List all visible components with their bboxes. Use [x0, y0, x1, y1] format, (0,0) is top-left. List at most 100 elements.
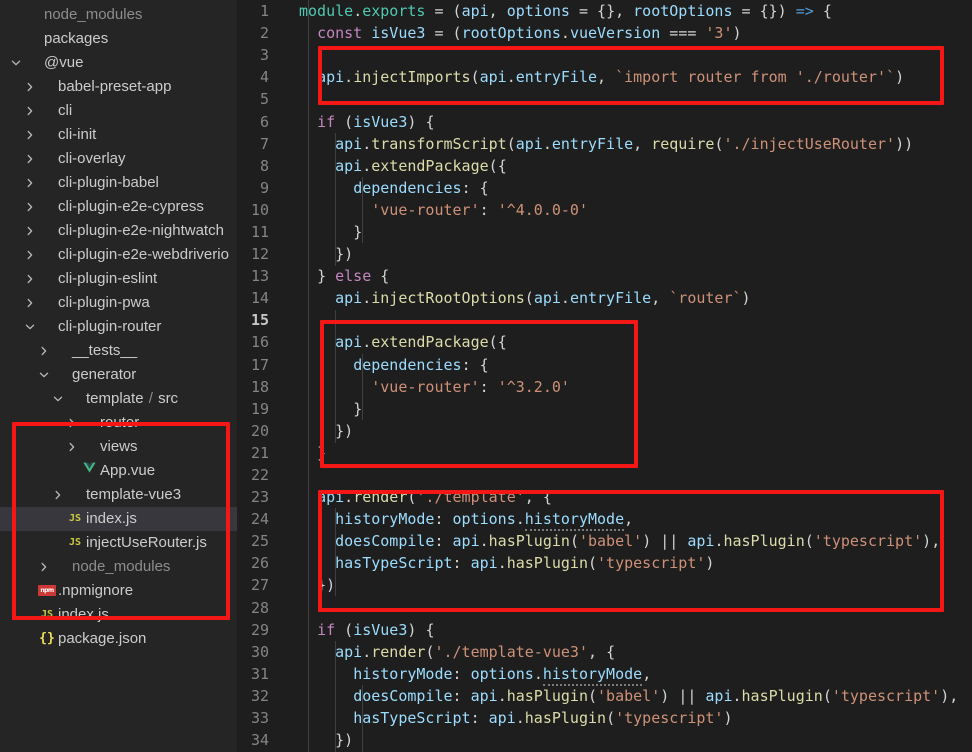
- tree-item-cli-plugin-eslint[interactable]: cli-plugin-eslint: [0, 267, 237, 291]
- code-line[interactable]: 31 historyMode: options.historyMode,: [237, 663, 972, 686]
- tree-item-cli-plugin-router[interactable]: cli-plugin-router: [0, 315, 237, 339]
- tree-item-cli[interactable]: cli: [0, 99, 237, 123]
- code-text[interactable]: [285, 90, 308, 108]
- code-line[interactable]: 18 'vue-router': '^3.2.0': [237, 376, 972, 398]
- code-text[interactable]: api.render('./template', {: [285, 488, 552, 506]
- code-text[interactable]: if (isVue3) {: [285, 113, 434, 131]
- code-line[interactable]: 23 api.render('./template', {: [237, 486, 972, 508]
- code-text[interactable]: 'vue-router': '^3.2.0': [285, 378, 570, 396]
- code-text[interactable]: 'vue-router': '^4.0.0-0': [285, 201, 588, 219]
- chevron-right-icon[interactable]: [22, 123, 38, 147]
- code-text[interactable]: }): [285, 576, 335, 594]
- code-text[interactable]: }): [285, 731, 353, 749]
- code-text[interactable]: historyMode: options.historyMode,: [285, 510, 633, 532]
- tree-item-index-js[interactable]: JS index.js: [0, 507, 237, 531]
- chevron-right-icon[interactable]: [22, 99, 38, 123]
- chevron-right-icon[interactable]: [64, 411, 80, 435]
- code-text[interactable]: }): [285, 245, 353, 263]
- tree-item-template[interactable]: template / src: [0, 387, 237, 411]
- chevron-right-icon[interactable]: [36, 555, 52, 579]
- code-text[interactable]: [285, 311, 308, 329]
- code-text[interactable]: const isVue3 = (rootOptions.vueVersion =…: [285, 24, 741, 42]
- tree-item-cli-plugin-e2e-nightwatch[interactable]: cli-plugin-e2e-nightwatch: [0, 219, 237, 243]
- tree-item-views[interactable]: views: [0, 435, 237, 459]
- code-line[interactable]: 16 api.extendPackage({: [237, 331, 972, 353]
- code-text[interactable]: doesCompile: api.hasPlugin('babel') || a…: [285, 687, 958, 705]
- code-line[interactable]: 9 dependencies: {: [237, 177, 972, 199]
- code-line[interactable]: 1 module.exports = (api, options = {}, ro…: [237, 0, 972, 22]
- code-line[interactable]: 7 api.transformScript(api.entryFile, req…: [237, 133, 972, 155]
- tree-item-node-modules[interactable]: node_modules: [0, 555, 237, 579]
- code-text[interactable]: api.extendPackage({: [285, 333, 507, 351]
- code-text[interactable]: } else {: [285, 267, 389, 285]
- tree-item-injectuserouter-js[interactable]: JS injectUseRouter.js: [0, 531, 237, 555]
- code-line[interactable]: 8 api.extendPackage({: [237, 155, 972, 177]
- chevron-right-icon[interactable]: [64, 435, 80, 459]
- code-text[interactable]: if (isVue3) {: [285, 621, 434, 639]
- code-text[interactable]: doesCompile: api.hasPlugin('babel') || a…: [285, 532, 940, 550]
- code-text[interactable]: api.extendPackage({: [285, 157, 507, 175]
- code-text[interactable]: }: [285, 444, 326, 462]
- file-tree[interactable]: node_modules packages @vue babel-preset-app…: [0, 0, 237, 651]
- tree-item-packages[interactable]: packages: [0, 27, 237, 51]
- tree-item-npmignore[interactable]: npm .npmignore: [0, 579, 237, 603]
- code-text[interactable]: [285, 466, 308, 484]
- tree-item-node-modules[interactable]: node_modules: [0, 3, 237, 27]
- code-line[interactable]: 34 }): [237, 729, 972, 751]
- code-text[interactable]: api.injectRootOptions(api.entryFile, `ro…: [285, 289, 750, 307]
- code-line[interactable]: 20 }): [237, 420, 972, 442]
- code-line[interactable]: 6 if (isVue3) {: [237, 110, 972, 132]
- tree-item-template-vue3[interactable]: template-vue3: [0, 483, 237, 507]
- tree-item-babel-preset-app[interactable]: babel-preset-app: [0, 75, 237, 99]
- tree-item-cli-plugin-e2e-cypress[interactable]: cli-plugin-e2e-cypress: [0, 195, 237, 219]
- code-text[interactable]: historyMode: options.historyMode,: [285, 664, 651, 686]
- chevron-right-icon[interactable]: [22, 75, 38, 99]
- chevron-right-icon[interactable]: [22, 147, 38, 171]
- code-editor[interactable]: 1 module.exports = (api, options = {}, ro…: [237, 0, 972, 752]
- code-line[interactable]: 33 hasTypeScript: api.hasPlugin('typescr…: [237, 707, 972, 729]
- code-line[interactable]: 28: [237, 597, 972, 619]
- code-line[interactable]: 29 if (isVue3) {: [237, 619, 972, 641]
- code-content[interactable]: 1 module.exports = (api, options = {}, ro…: [237, 0, 972, 751]
- code-line[interactable]: 22: [237, 464, 972, 486]
- code-text[interactable]: hasTypeScript: api.hasPlugin('typescript…: [285, 554, 714, 572]
- code-line[interactable]: 24 historyMode: options.historyMode,: [237, 508, 972, 532]
- code-line[interactable]: 32 doesCompile: api.hasPlugin('babel') |…: [237, 685, 972, 707]
- file-explorer-sidebar[interactable]: node_modules packages @vue babel-preset-app…: [0, 0, 237, 752]
- tree-item-package-json[interactable]: {} package.json: [0, 627, 237, 651]
- code-text[interactable]: dependencies: {: [285, 179, 488, 197]
- code-line[interactable]: 26 hasTypeScript: api.hasPlugin('typescr…: [237, 552, 972, 574]
- tree-item-vue[interactable]: @vue: [0, 51, 237, 75]
- code-text[interactable]: }): [285, 422, 353, 440]
- code-text[interactable]: [285, 599, 308, 617]
- tree-item-app-vue[interactable]: App.vue: [0, 459, 237, 483]
- tree-item-cli-plugin-e2e-webdriverio[interactable]: cli-plugin-e2e-webdriverio: [0, 243, 237, 267]
- chevron-down-icon[interactable]: [36, 363, 52, 387]
- chevron-right-icon[interactable]: [36, 339, 52, 363]
- tree-item-cli-plugin-pwa[interactable]: cli-plugin-pwa: [0, 291, 237, 315]
- chevron-right-icon[interactable]: [22, 291, 38, 315]
- tree-item-cli-plugin-babel[interactable]: cli-plugin-babel: [0, 171, 237, 195]
- chevron-right-icon[interactable]: [22, 219, 38, 243]
- tree-item-generator[interactable]: generator: [0, 363, 237, 387]
- chevron-down-icon[interactable]: [22, 315, 38, 339]
- chevron-right-icon[interactable]: [22, 243, 38, 267]
- code-line[interactable]: 14 api.injectRootOptions(api.entryFile, …: [237, 287, 972, 309]
- tree-item-tests[interactable]: __tests__: [0, 339, 237, 363]
- code-line[interactable]: 13 } else {: [237, 265, 972, 287]
- chevron-right-icon[interactable]: [22, 267, 38, 291]
- code-line[interactable]: 17 dependencies: {: [237, 354, 972, 376]
- code-text[interactable]: api.render('./template-vue3', {: [285, 643, 615, 661]
- chevron-right-icon[interactable]: [22, 195, 38, 219]
- code-text[interactable]: api.injectImports(api.entryFile, `import…: [285, 68, 904, 86]
- code-text[interactable]: }: [285, 223, 362, 241]
- chevron-right-icon[interactable]: [22, 171, 38, 195]
- code-line[interactable]: 4 api.injectImports(api.entryFile, `impo…: [237, 66, 972, 88]
- code-text[interactable]: module.exports = (api, options = {}, roo…: [285, 2, 832, 20]
- tree-item-cli-overlay[interactable]: cli-overlay: [0, 147, 237, 171]
- code-line[interactable]: 30 api.render('./template-vue3', {: [237, 641, 972, 663]
- code-line[interactable]: 19 }: [237, 398, 972, 420]
- code-text[interactable]: dependencies: {: [285, 356, 488, 374]
- code-line[interactable]: 21 }: [237, 442, 972, 464]
- tree-item-router[interactable]: router: [0, 411, 237, 435]
